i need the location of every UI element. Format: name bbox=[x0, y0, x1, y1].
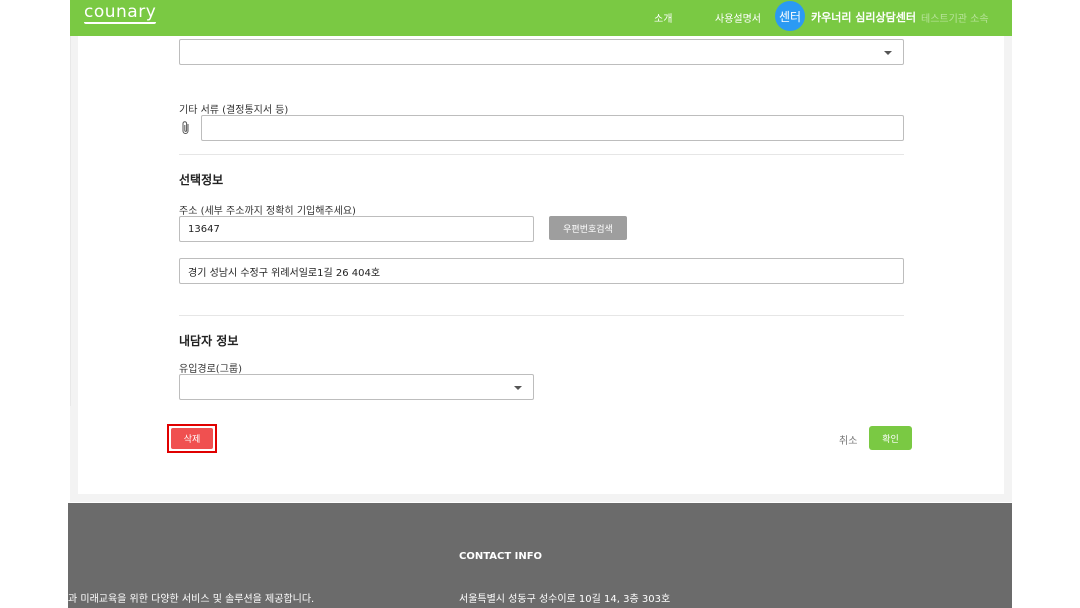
footer-description: 과 미래교육을 위한 다양한 서비스 및 솔루션을 제공합니다. bbox=[68, 594, 315, 605]
logo-swoosh-icon bbox=[84, 22, 156, 24]
confirm-button[interactable]: 확인 bbox=[869, 426, 912, 450]
delete-button[interactable]: 삭제 bbox=[171, 428, 213, 449]
nav-intro[interactable]: 소개 bbox=[654, 10, 672, 25]
top-header: counary 소개 사용설명서 센터 카우너리 심리상담센터 테스트기관 소속 bbox=[70, 0, 1012, 36]
page: counary 소개 사용설명서 센터 카우너리 심리상담센터 테스트기관 소속… bbox=[0, 0, 1080, 608]
address-label: 주소 (세부 주소까지 정확히 기입해주세요) bbox=[179, 206, 356, 217]
contact-heading: CONTACT INFO bbox=[459, 551, 543, 562]
logo[interactable]: counary bbox=[84, 2, 156, 22]
chevron-down-icon bbox=[514, 386, 522, 390]
other-docs-label: 기타 서류 (결정통지서 등) bbox=[179, 105, 289, 116]
divider bbox=[179, 154, 904, 155]
left-border bbox=[70, 36, 71, 406]
chevron-down-icon bbox=[884, 51, 892, 55]
document-select[interactable] bbox=[179, 39, 904, 65]
source-group-select[interactable] bbox=[179, 374, 534, 400]
footer-address: 서울특별시 성동구 성수이로 10길 14, 3층 303호 bbox=[459, 594, 671, 605]
nav-manual[interactable]: 사용설명서 bbox=[715, 10, 761, 25]
zipcode-search-button[interactable]: 우편번호검색 bbox=[549, 216, 627, 240]
optional-info-title: 선택정보 bbox=[179, 173, 224, 187]
center-name[interactable]: 카우너리 심리상담센터 bbox=[811, 9, 916, 25]
other-docs-file-input[interactable] bbox=[201, 115, 904, 141]
avatar[interactable]: 센터 bbox=[775, 1, 805, 31]
source-label: 유입경로(그룹) bbox=[179, 364, 243, 375]
delete-highlight: 삭제 bbox=[167, 424, 217, 453]
test-org-link[interactable]: 테스트기관 소속 bbox=[921, 10, 989, 25]
zipcode-input[interactable]: 13647 bbox=[179, 216, 534, 242]
divider bbox=[179, 315, 904, 316]
paperclip-icon[interactable] bbox=[180, 120, 192, 136]
cancel-button[interactable]: 취소 bbox=[839, 432, 857, 447]
client-info-title: 내담자 정보 bbox=[179, 334, 239, 348]
address-input[interactable]: 경기 성남시 수정구 위례서일로1길 26 404호 bbox=[179, 258, 904, 284]
footer: CONTACT INFO 과 미래교육을 위한 다양한 서비스 및 솔루션을 제… bbox=[68, 503, 1012, 608]
